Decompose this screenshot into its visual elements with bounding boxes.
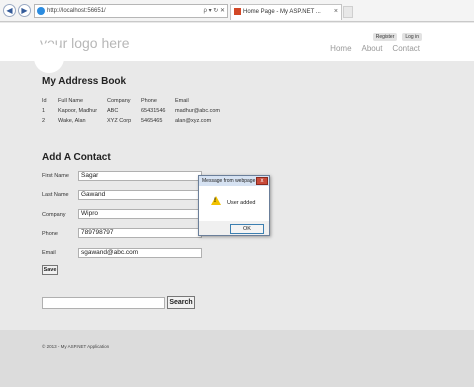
- register-link[interactable]: Register: [372, 33, 398, 41]
- add-contact-title: Add A Contact: [42, 152, 111, 163]
- table-cell: 2: [42, 118, 46, 124]
- table-cell: 5465465: [141, 118, 163, 124]
- header-band: [0, 55, 474, 61]
- email-label: Email: [42, 250, 56, 256]
- table-cell: 65431546: [141, 108, 166, 114]
- column-header: Phone: [141, 98, 157, 104]
- company-label: Company: [42, 212, 66, 218]
- page-favicon-icon: [234, 8, 241, 15]
- email-input[interactable]: sgawand@abc.com: [78, 248, 202, 258]
- logo-circle: [34, 43, 64, 73]
- search-input[interactable]: [42, 297, 165, 309]
- address-url: http://localhost:56651/: [47, 8, 106, 14]
- menu-contact[interactable]: Contact: [392, 44, 420, 53]
- browser-window: ◀ ▶ http://localhost:56651/ ρ ▾ ↻ ✕ Home…: [0, 0, 474, 387]
- browser-toolbar: ◀ ▶ http://localhost:56651/ ρ ▾ ↻ ✕ Home…: [0, 0, 474, 22]
- warning-mark-icon: !: [214, 198, 216, 204]
- column-header: Id: [42, 98, 47, 104]
- phone-input[interactable]: 789798797: [78, 228, 202, 238]
- phone-label: Phone: [42, 231, 58, 237]
- table-cell: alan@xyz.com: [175, 118, 212, 124]
- menu-home[interactable]: Home: [330, 44, 351, 53]
- table-header-row: Id Full Name Company Phone Email: [42, 98, 235, 108]
- table-cell: Wake, Alan: [58, 118, 86, 124]
- table-cell: XYZ Corp: [107, 118, 132, 124]
- main-menu: Home About Contact: [330, 44, 420, 53]
- menu-about[interactable]: About: [362, 44, 383, 53]
- table-cell: ABC: [107, 108, 119, 114]
- table-row: 2 Wake, Alan XYZ Corp 5465465 alan@xyz.c…: [42, 118, 235, 128]
- address-book-title: My Address Book: [42, 76, 127, 87]
- address-bar[interactable]: http://localhost:56651/ ρ ▾ ↻ ✕: [34, 4, 228, 18]
- contacts-table: Id Full Name Company Phone Email 1 Kapoo…: [42, 98, 235, 128]
- dialog-message: User added: [227, 200, 256, 206]
- warning-icon: [211, 196, 221, 205]
- table-cell: 1: [42, 108, 46, 114]
- tab-title: Home Page - My ASP.NET ...: [243, 9, 321, 15]
- dialog-close-button[interactable]: x: [256, 177, 268, 185]
- site-footer: © 2013 - My ASP.NET Application: [0, 330, 474, 387]
- column-header: Full Name: [58, 98, 84, 104]
- browser-logo-icon: [37, 7, 45, 15]
- alert-dialog: Message from webpage x ! User added OK: [198, 175, 270, 236]
- table-cell: Kapoor, Madhur: [58, 108, 98, 114]
- login-links: Register Log in: [372, 33, 422, 41]
- ok-button[interactable]: OK: [230, 224, 264, 234]
- search-button[interactable]: Search: [167, 296, 195, 309]
- last-name-input[interactable]: Gawand: [78, 190, 202, 200]
- address-tools[interactable]: ρ ▾ ↻ ✕: [204, 5, 225, 17]
- first-name-label: First Name: [42, 173, 69, 179]
- forward-arrow-icon[interactable]: ▶: [18, 4, 31, 17]
- column-header: Company: [107, 98, 131, 104]
- column-header: Email: [175, 98, 189, 104]
- login-link[interactable]: Log in: [402, 33, 422, 41]
- last-name-label: Last Name: [42, 192, 69, 198]
- first-name-input[interactable]: Sagar: [78, 171, 202, 181]
- dialog-body: ! User added: [199, 186, 269, 221]
- table-row: 1 Kapoor, Madhur ABC 65431546 madhur@abc…: [42, 108, 235, 118]
- new-tab-button[interactable]: [343, 6, 353, 18]
- save-button[interactable]: Save: [42, 265, 58, 275]
- company-input[interactable]: Wipro: [78, 209, 202, 219]
- back-arrow-icon[interactable]: ◀: [3, 4, 16, 17]
- browser-tab[interactable]: Home Page - My ASP.NET ... ×: [230, 4, 342, 20]
- site-header: your logo here Register Log in Home Abou…: [0, 23, 474, 55]
- table-cell: madhur@abc.com: [175, 108, 221, 114]
- footer-copyright: © 2013 - My ASP.NET Application: [42, 344, 110, 349]
- tab-close-button[interactable]: ×: [334, 5, 338, 19]
